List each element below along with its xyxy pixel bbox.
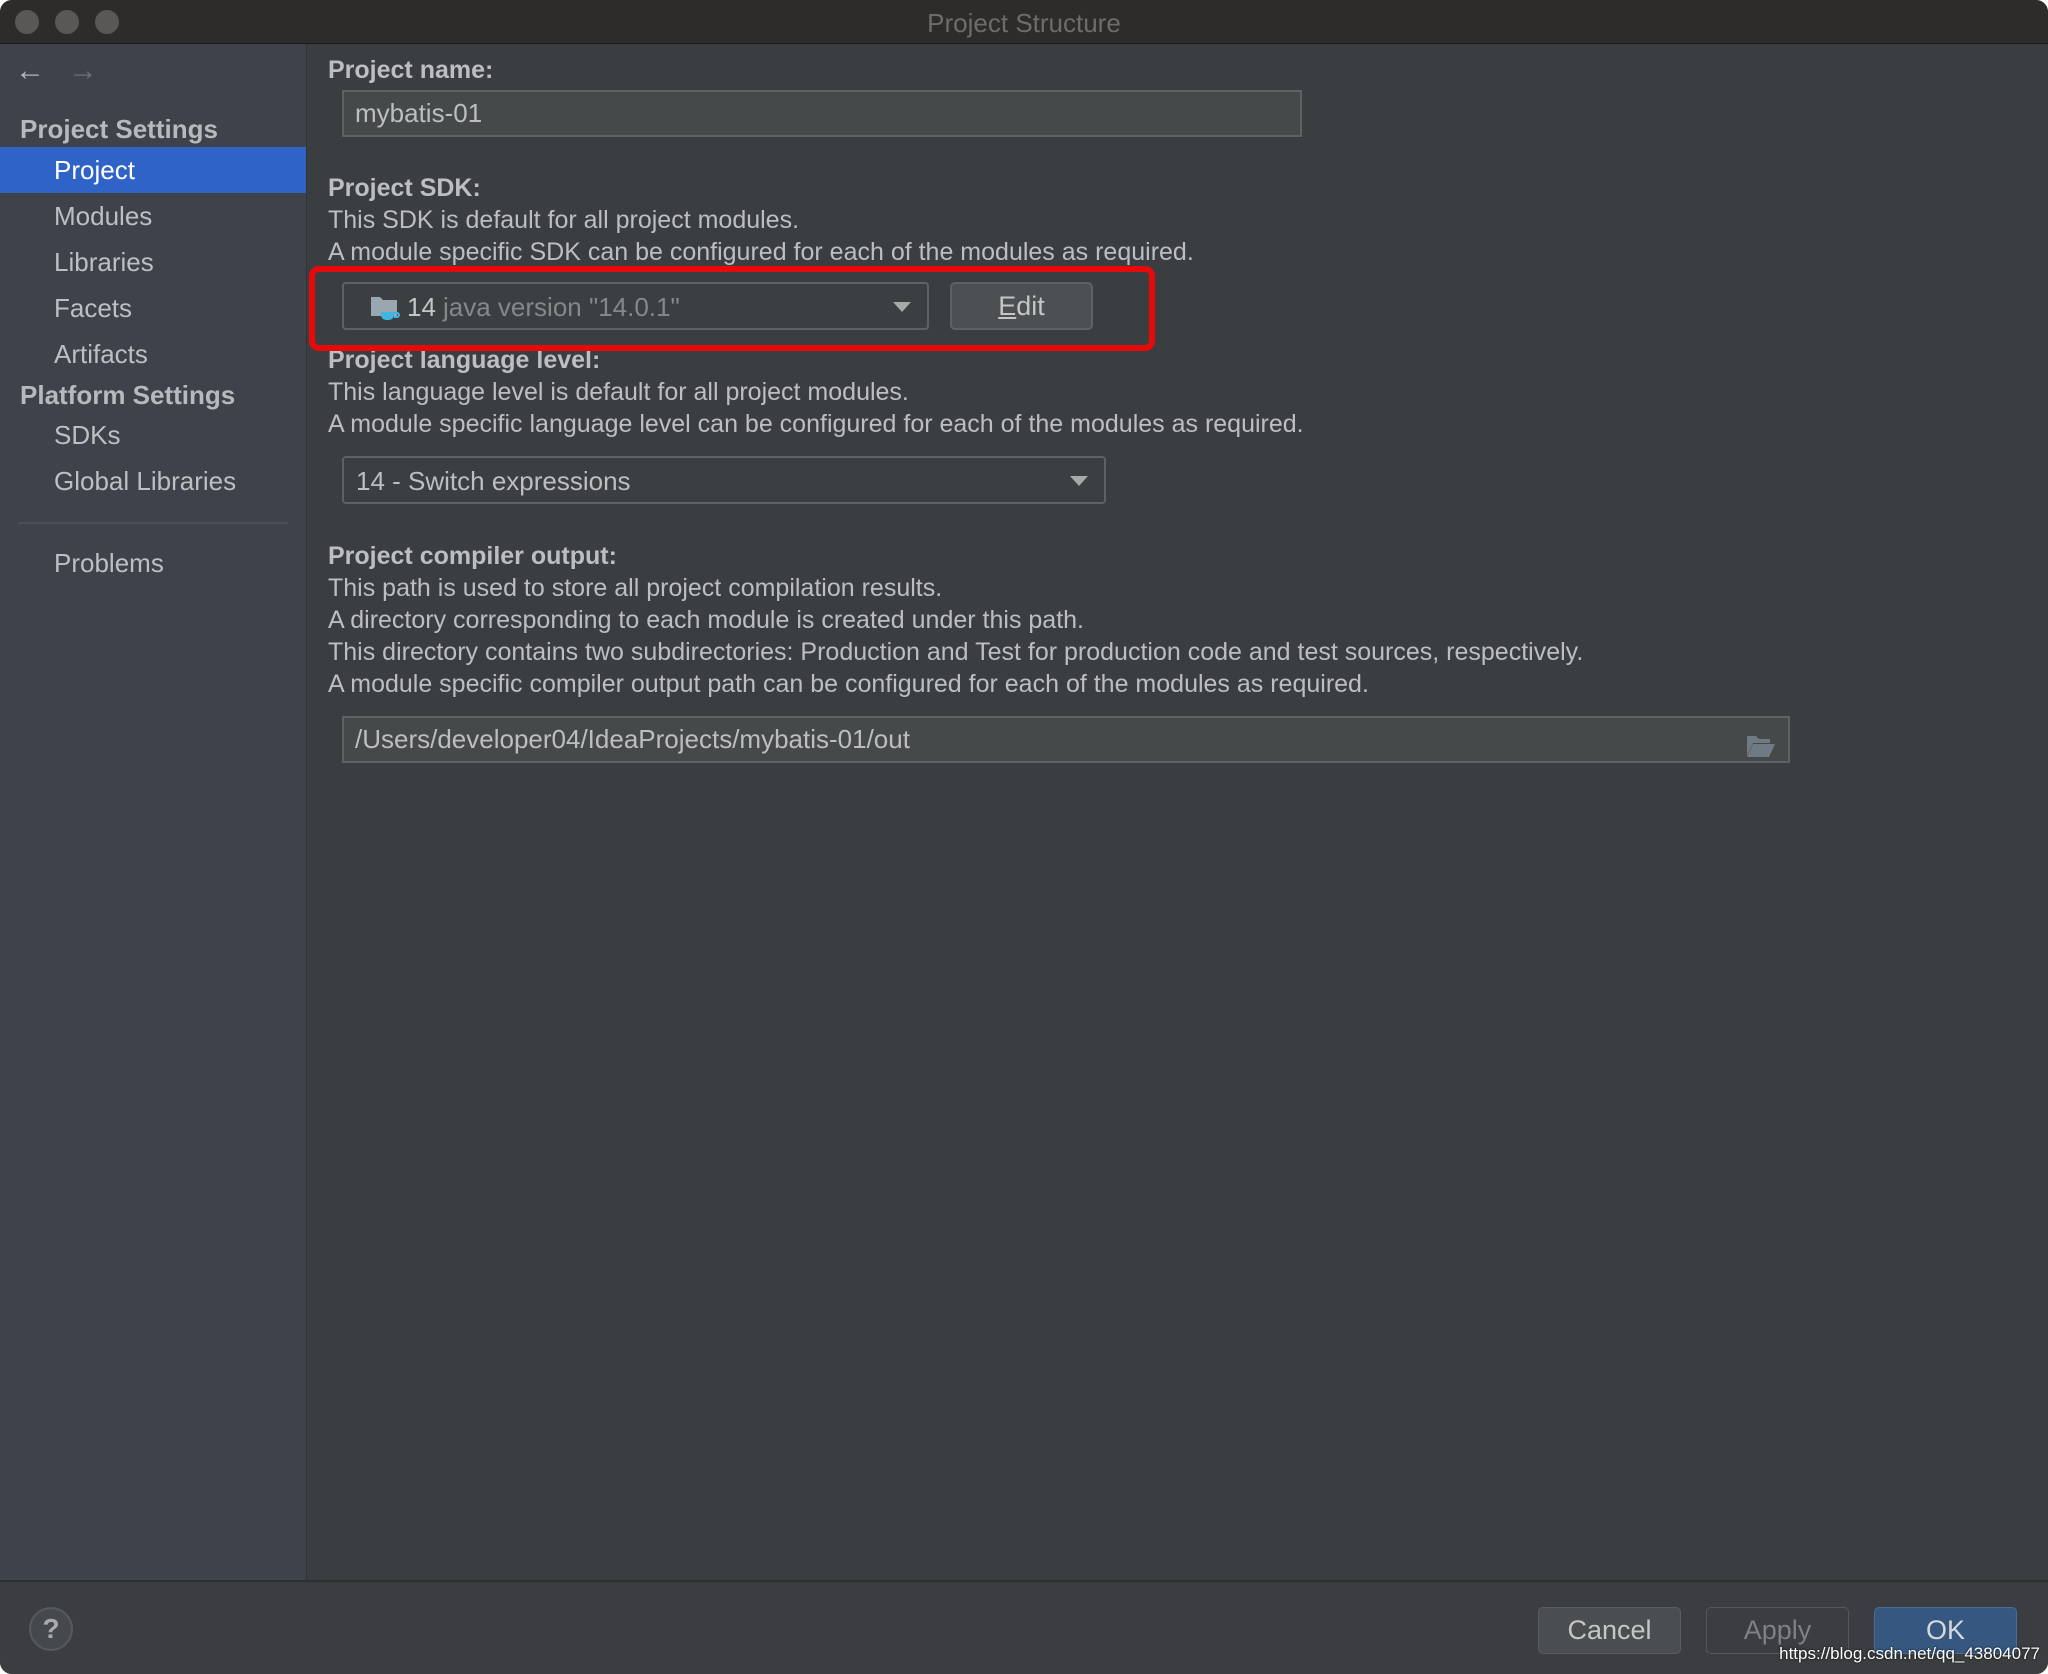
language-level-desc-1: This language level is default for all p…: [328, 378, 909, 406]
watermark-url: https://blog.csdn.net/qq_43804077: [1779, 1644, 2040, 1663]
compiler-output-path: /Users/developer04/IdeaProjects/mybatis-…: [355, 724, 910, 754]
arrow-left-icon[interactable]: ←: [15, 56, 45, 86]
section-heading-platform-settings: Platform Settings: [20, 380, 236, 410]
title-bar: Project Structure: [0, 0, 2048, 44]
language-level-value: 14 - Switch expressions: [356, 466, 631, 496]
project-name-label: Project name:: [328, 56, 494, 84]
project-name-input[interactable]: mybatis-01: [342, 90, 1302, 137]
sidebar-item-libraries[interactable]: Libraries: [0, 239, 306, 285]
sidebar-item-modules[interactable]: Modules: [0, 193, 306, 239]
chevron-down-icon: [1070, 476, 1088, 486]
sidebar-item-global-libraries[interactable]: Global Libraries: [0, 458, 306, 504]
arrow-right-icon[interactable]: →: [68, 56, 98, 86]
folder-open-icon[interactable]: [1746, 728, 1776, 757]
window-title: Project Structure: [927, 8, 1121, 38]
cancel-button[interactable]: Cancel: [1538, 1607, 1681, 1654]
project-sdk-desc-1: This SDK is default for all project modu…: [328, 206, 800, 234]
compiler-output-desc-1: This path is used to store all project c…: [328, 574, 943, 602]
sidebar: ← → Project Settings Project Modules Lib…: [0, 44, 307, 1580]
sidebar-item-problems[interactable]: Problems: [0, 540, 306, 586]
sidebar-divider: [18, 522, 288, 524]
compiler-output-desc-3: This directory contains two subdirectori…: [328, 638, 1584, 666]
sidebar-item-project[interactable]: Project: [0, 147, 306, 193]
sdk-highlight-annotation: [309, 266, 1155, 351]
project-structure-window: Project Structure ← → Project Settings P…: [0, 0, 2048, 1674]
sidebar-item-facets[interactable]: Facets: [0, 285, 306, 331]
section-heading-project-settings: Project Settings: [20, 114, 218, 144]
project-sdk-label: Project SDK:: [328, 174, 481, 202]
language-level-dropdown[interactable]: 14 - Switch expressions: [342, 456, 1106, 504]
sidebar-item-artifacts[interactable]: Artifacts: [0, 331, 306, 377]
compiler-output-desc-2: A directory corresponding to each module…: [328, 606, 1084, 634]
help-button[interactable]: ?: [29, 1607, 73, 1651]
language-level-desc-2: A module specific language level can be …: [328, 410, 1304, 438]
compiler-output-label: Project compiler output:: [328, 542, 617, 570]
project-sdk-desc-2: A module specific SDK can be configured …: [328, 238, 1194, 266]
dialog-footer: ? Cancel Apply OK: [0, 1580, 2048, 1674]
compiler-output-path-input[interactable]: /Users/developer04/IdeaProjects/mybatis-…: [342, 716, 1790, 763]
compiler-output-desc-4: A module specific compiler output path c…: [328, 670, 1369, 698]
sidebar-item-sdks[interactable]: SDKs: [0, 412, 306, 458]
